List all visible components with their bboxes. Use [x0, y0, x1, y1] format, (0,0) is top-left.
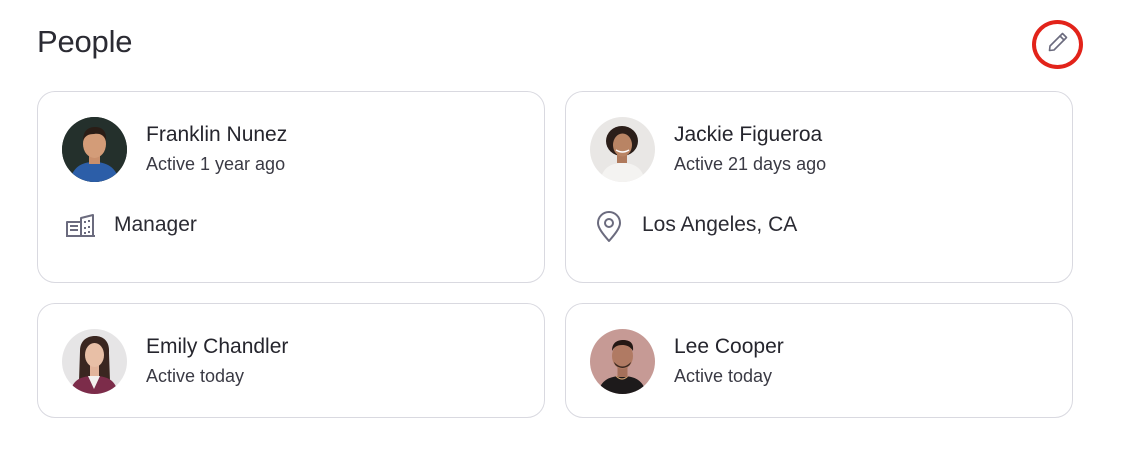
- person-card-franklin-nunez[interactable]: Franklin Nunez Active 1 year ago Manager: [37, 91, 545, 283]
- person-name: Franklin Nunez: [146, 123, 288, 146]
- person-status: Active 21 days ago: [674, 154, 827, 174]
- avatar: [590, 329, 655, 394]
- avatar: [590, 117, 655, 182]
- people-widget: People Franklin Nunez Active 1 year ago: [0, 0, 1130, 454]
- person-status: Active today: [146, 366, 245, 386]
- page-title: People: [37, 24, 133, 59]
- location-pin-icon: [592, 210, 626, 244]
- person-card-emily-chandler[interactable]: Emily Chandler Active today: [37, 303, 545, 418]
- person-name: Emily Chandler: [146, 335, 289, 358]
- person-name: Lee Cooper: [674, 335, 784, 358]
- avatar: [62, 117, 127, 182]
- building-icon: [64, 210, 98, 244]
- person-status: Active today: [674, 366, 773, 386]
- person-location: Los Angeles, CA: [642, 213, 798, 236]
- edit-button[interactable]: [1032, 20, 1083, 69]
- person-status: Active 1 year ago: [146, 154, 286, 174]
- person-name: Jackie Figueroa: [674, 123, 823, 146]
- person-role: Manager: [114, 213, 197, 236]
- pencil-icon: [1046, 30, 1070, 59]
- person-card-jackie-figueroa[interactable]: Jackie Figueroa Active 21 days ago Los A…: [565, 91, 1073, 283]
- avatar: [62, 329, 127, 394]
- person-card-lee-cooper[interactable]: Lee Cooper Active today: [565, 303, 1073, 418]
